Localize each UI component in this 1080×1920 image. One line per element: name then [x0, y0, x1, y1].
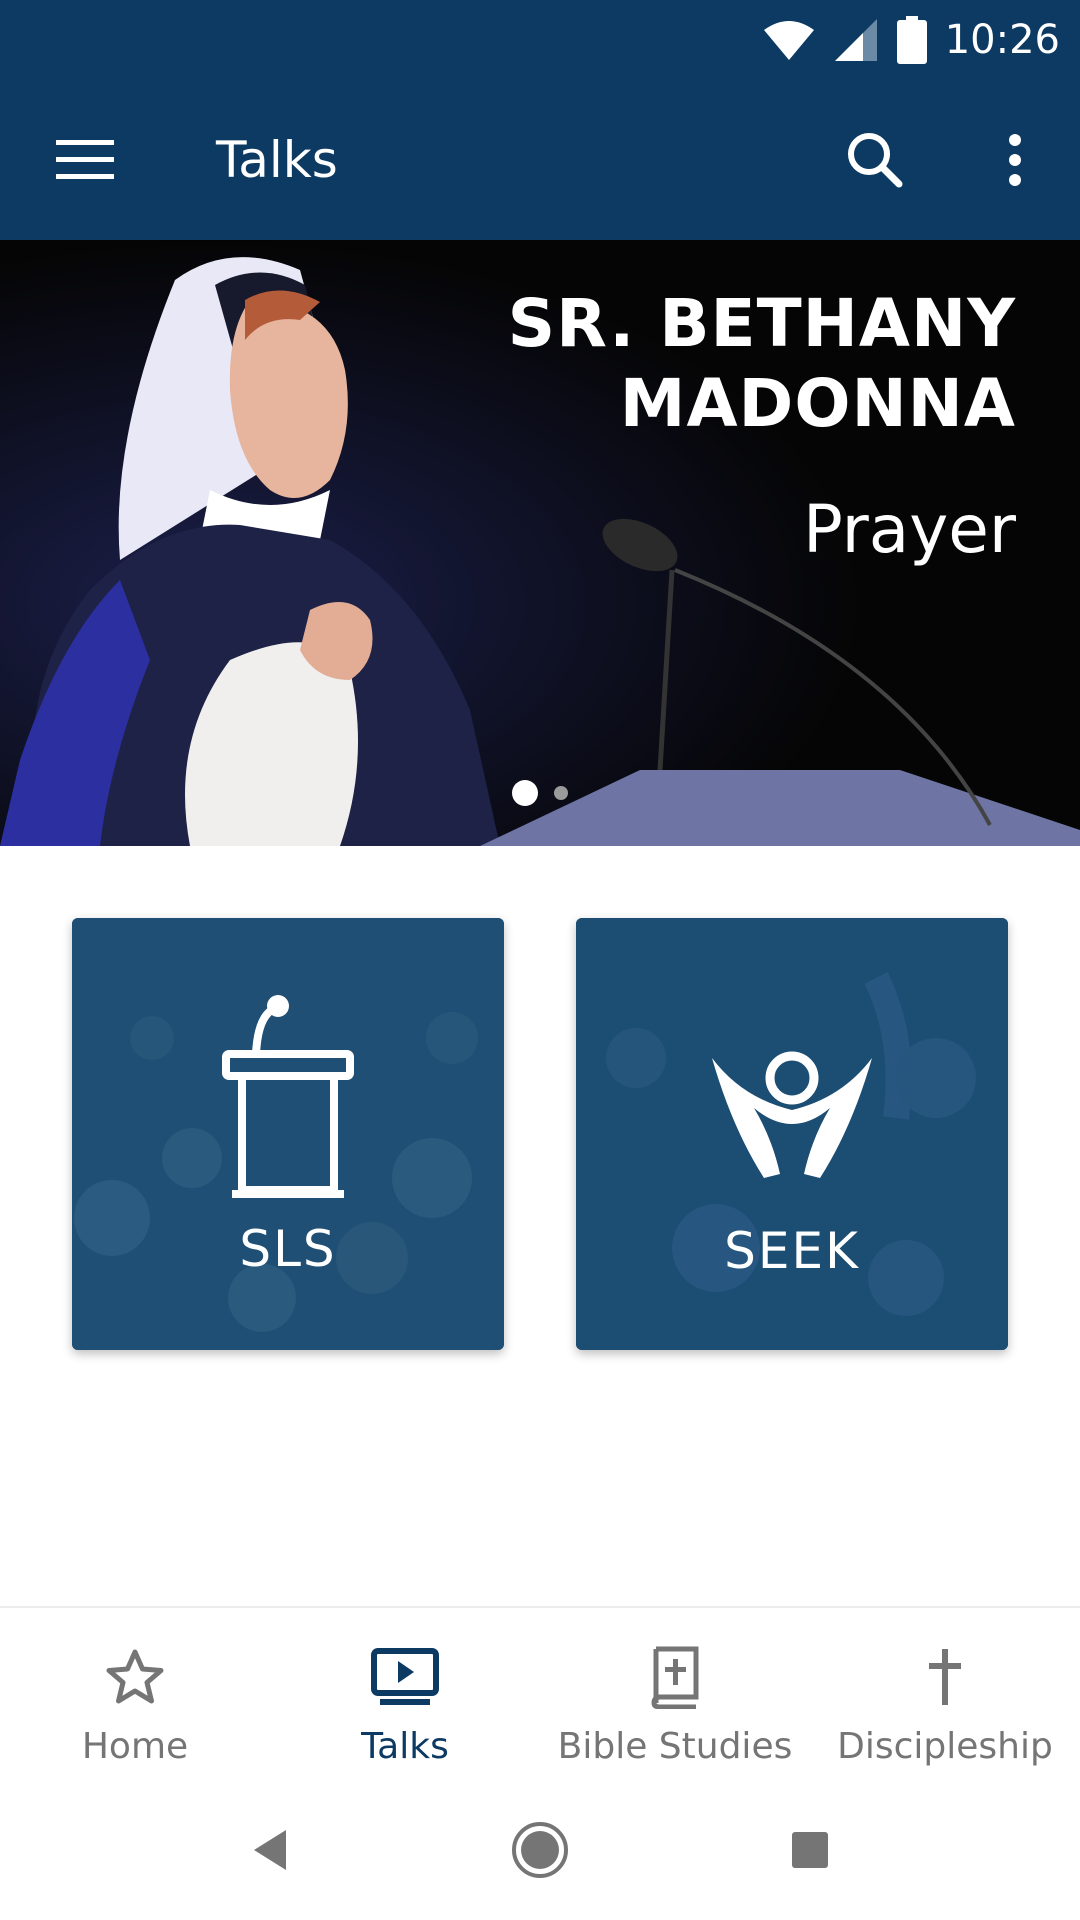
- play-screen-icon: [371, 1648, 439, 1705]
- hero-topic: Prayer: [802, 491, 1016, 568]
- carousel-dot-2[interactable]: [554, 786, 568, 800]
- nav-icon-wrap: [370, 1642, 440, 1712]
- nav-item-talks[interactable]: Talks: [270, 1608, 540, 1782]
- system-home-button[interactable]: [500, 1810, 580, 1890]
- bottom-navigation: Home Talks Bible Studies Discipleship: [0, 1606, 1080, 1782]
- app-bar: Talks: [0, 80, 1080, 240]
- nav-icon-wrap: [925, 1642, 965, 1712]
- signal-icon: [834, 19, 877, 61]
- nav-item-discipleship[interactable]: Discipleship: [810, 1608, 1080, 1782]
- nav-label-discipleship: Discipleship: [837, 1726, 1053, 1767]
- more-options-button[interactable]: [975, 118, 1055, 202]
- seek-tile[interactable]: SEEK: [576, 918, 1008, 1350]
- sls-label: SLS: [239, 1220, 337, 1278]
- home-circle-icon: [512, 1822, 568, 1878]
- search-icon: [848, 133, 903, 188]
- wifi-icon: [763, 21, 814, 60]
- nav-icon-wrap: [648, 1642, 702, 1712]
- sls-tile[interactable]: SLS: [72, 918, 504, 1350]
- status-bar: 10:26: [0, 0, 1080, 80]
- system-recents-button[interactable]: [770, 1810, 850, 1890]
- back-triangle-icon: [254, 1830, 286, 1870]
- cross-icon: [929, 1649, 961, 1705]
- nav-label-talks: Talks: [361, 1726, 449, 1767]
- hero-carousel[interactable]: SR. BETHANY MADONNA Prayer: [0, 240, 1080, 846]
- status-time: 10:26: [944, 17, 1060, 63]
- battery-icon: [896, 16, 927, 64]
- recents-square-icon: [792, 1832, 828, 1868]
- hero-speaker-name: SR. BETHANY MADONNA: [508, 284, 1016, 444]
- carousel-dot-1[interactable]: [512, 780, 538, 806]
- search-button[interactable]: [830, 118, 920, 202]
- bible-icon: [651, 1646, 699, 1709]
- star-icon: [106, 1649, 164, 1704]
- more-vertical-icon: [1009, 134, 1021, 186]
- nav-label-bible-studies: Bible Studies: [557, 1726, 793, 1767]
- nav-item-bible-studies[interactable]: Bible Studies: [540, 1608, 810, 1782]
- seek-label: SEEK: [724, 1222, 860, 1280]
- hero-speaker-line1: SR. BETHANY: [507, 285, 1016, 362]
- hamburger-menu-icon: [56, 140, 114, 179]
- nav-icon-wrap: [105, 1642, 165, 1712]
- system-back-button[interactable]: [230, 1810, 310, 1890]
- menu-button[interactable]: [40, 120, 130, 200]
- carousel-indicator: [0, 780, 1080, 806]
- nav-label-home: Home: [81, 1726, 189, 1767]
- page-title: Talks: [216, 131, 338, 189]
- podium-icon: [222, 995, 354, 1198]
- praise-person-icon: [712, 1051, 872, 1178]
- system-navigation-bar: [0, 1780, 1080, 1920]
- hero-speaker-line2: MADONNA: [619, 365, 1016, 442]
- nav-item-home[interactable]: Home: [0, 1608, 270, 1782]
- status-icons: 10:26: [763, 0, 1060, 80]
